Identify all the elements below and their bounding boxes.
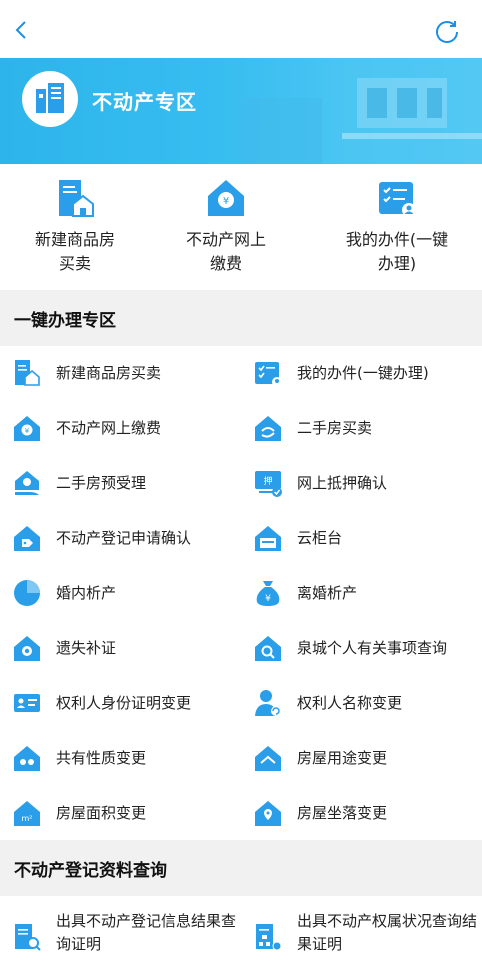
quick-action-my-cases[interactable]: 我的办件(一键 办理) <box>322 176 472 276</box>
pie-chart-icon <box>14 580 40 606</box>
building-icon <box>36 83 64 113</box>
query-item[interactable]: 出具不动产登记信息结果查询证明 <box>0 906 241 966</box>
service-label: 网上抵押确认 <box>297 474 388 492</box>
service-label: 不动产登记申请确认 <box>56 529 192 547</box>
service-label: 不动产网上缴费 <box>56 419 162 437</box>
service-item[interactable]: 房屋坐落变更 <box>241 786 482 841</box>
quick-action-new-house[interactable]: 新建商品房 买卖 <box>0 176 150 276</box>
svg-text:¥: ¥ <box>25 427 30 435</box>
house-counter-icon <box>255 526 281 551</box>
quick-action-label: 不动产网上 <box>185 230 266 249</box>
service-label: 共有性质变更 <box>56 749 147 767</box>
svg-text:押: 押 <box>263 475 272 487</box>
section-title: 不动产登记资料查询 <box>14 861 167 881</box>
house-hand-icon <box>15 471 39 495</box>
house-location-icon <box>255 801 281 826</box>
quick-action-label: 买卖 <box>58 254 91 273</box>
mortgage-monitor-icon: 押 <box>255 471 282 497</box>
section-title: 一键办理专区 <box>14 311 116 331</box>
query-item[interactable]: 出具不动产权属状况查询结果证明 <box>241 906 482 966</box>
service-item[interactable]: ¥ 不动产网上缴费 <box>0 401 241 456</box>
service-label: 房屋坐落变更 <box>297 804 388 822</box>
service-label: 我的办件(一键办理) <box>297 364 429 382</box>
house-exchange-icon <box>255 416 281 441</box>
query-label: 出具不动产权属状况查询结果证明 <box>297 912 478 953</box>
service-label: 泉城个人有关事项查询 <box>297 639 448 657</box>
document-house-icon <box>59 180 94 217</box>
service-item[interactable]: 押 网上抵押确认 <box>241 456 482 511</box>
house-coin-icon: ¥ <box>14 416 40 441</box>
service-item[interactable]: ¥ 离婚析产 <box>241 566 482 621</box>
svg-text:m²: m² <box>22 814 33 823</box>
user-refresh-icon <box>255 690 281 716</box>
query-label: 出具不动产登记信息结果查询证明 <box>56 912 237 953</box>
banner-title: 不动产专区 <box>92 90 197 114</box>
service-label: 离婚析产 <box>297 584 358 602</box>
document-network-icon <box>256 924 282 951</box>
section-header-one-click: 一键办理专区 <box>0 290 482 346</box>
quick-action-label: 缴费 <box>209 254 242 273</box>
id-card-icon <box>14 694 40 712</box>
service-item[interactable]: 房屋用途变更 <box>241 731 482 786</box>
service-label: 新建商品房买卖 <box>56 364 162 382</box>
chevron-left-icon[interactable] <box>10 18 34 42</box>
document-house-icon <box>15 360 40 386</box>
service-label: 房屋用途变更 <box>297 749 388 767</box>
section-header-query: 不动产登记资料查询 <box>0 840 482 896</box>
quick-action-label: 新建商品房 <box>34 230 115 249</box>
house-purpose-icon <box>255 746 281 771</box>
service-label: 婚内析产 <box>56 584 117 602</box>
house-certificate-icon <box>14 636 40 661</box>
svg-text:¥: ¥ <box>265 594 271 604</box>
service-label: 二手房买卖 <box>297 419 373 437</box>
house-tag-icon <box>14 526 40 551</box>
service-item[interactable]: 权利人名称变更 <box>241 676 482 731</box>
checklist-user-icon <box>379 182 416 217</box>
banner-logo <box>22 71 78 127</box>
query-list: 出具不动产登记信息结果查询证明 出具不动产权属状况查询结果证明 <box>0 896 482 976</box>
service-item[interactable]: 我的办件(一键办理) <box>241 346 482 401</box>
service-label: 云柜台 <box>297 529 343 547</box>
service-item[interactable]: 婚内析产 <box>0 566 241 621</box>
building-illustration <box>242 58 482 164</box>
house-search-icon <box>255 636 281 661</box>
checklist-user-icon <box>255 362 282 387</box>
top-bar <box>0 0 482 58</box>
service-item[interactable]: 遗失补证 <box>0 621 241 676</box>
house-coin-icon: ¥ <box>208 180 244 216</box>
service-label: 房屋面积变更 <box>56 804 147 822</box>
svg-text:¥: ¥ <box>223 196 229 207</box>
service-item[interactable]: 二手房买卖 <box>241 401 482 456</box>
service-label: 权利人身份证明变更 <box>56 694 192 712</box>
service-item[interactable]: 新建商品房买卖 <box>0 346 241 401</box>
service-item[interactable]: 云柜台 <box>241 511 482 566</box>
service-item[interactable]: m² 房屋面积变更 <box>0 786 241 841</box>
document-search-icon <box>15 924 41 951</box>
quick-action-label: 我的办件(一键 <box>345 230 449 249</box>
money-bag-icon: ¥ <box>256 581 280 606</box>
service-label: 遗失补证 <box>56 639 117 657</box>
quick-actions: 新建商品房 买卖 ¥ 不动产网上 缴费 我的办件(一键 办理) <box>0 164 482 288</box>
quick-action-label: 办理) <box>377 254 417 273</box>
banner: 不动产专区 <box>0 58 482 164</box>
service-label: 权利人名称变更 <box>297 694 403 712</box>
service-item[interactable]: 共有性质变更 <box>0 731 241 786</box>
refresh-icon[interactable] <box>434 18 460 44</box>
service-item[interactable]: 二手房预受理 <box>0 456 241 511</box>
service-label: 二手房预受理 <box>56 474 147 492</box>
quick-action-online-payment[interactable]: ¥ 不动产网上 缴费 <box>151 176 301 276</box>
service-item[interactable]: 权利人身份证明变更 <box>0 676 241 731</box>
house-area-icon: m² <box>14 801 40 826</box>
house-share-icon <box>14 746 40 771</box>
service-item[interactable]: 泉城个人有关事项查询 <box>241 621 482 676</box>
service-item[interactable]: 不动产登记申请确认 <box>0 511 241 566</box>
